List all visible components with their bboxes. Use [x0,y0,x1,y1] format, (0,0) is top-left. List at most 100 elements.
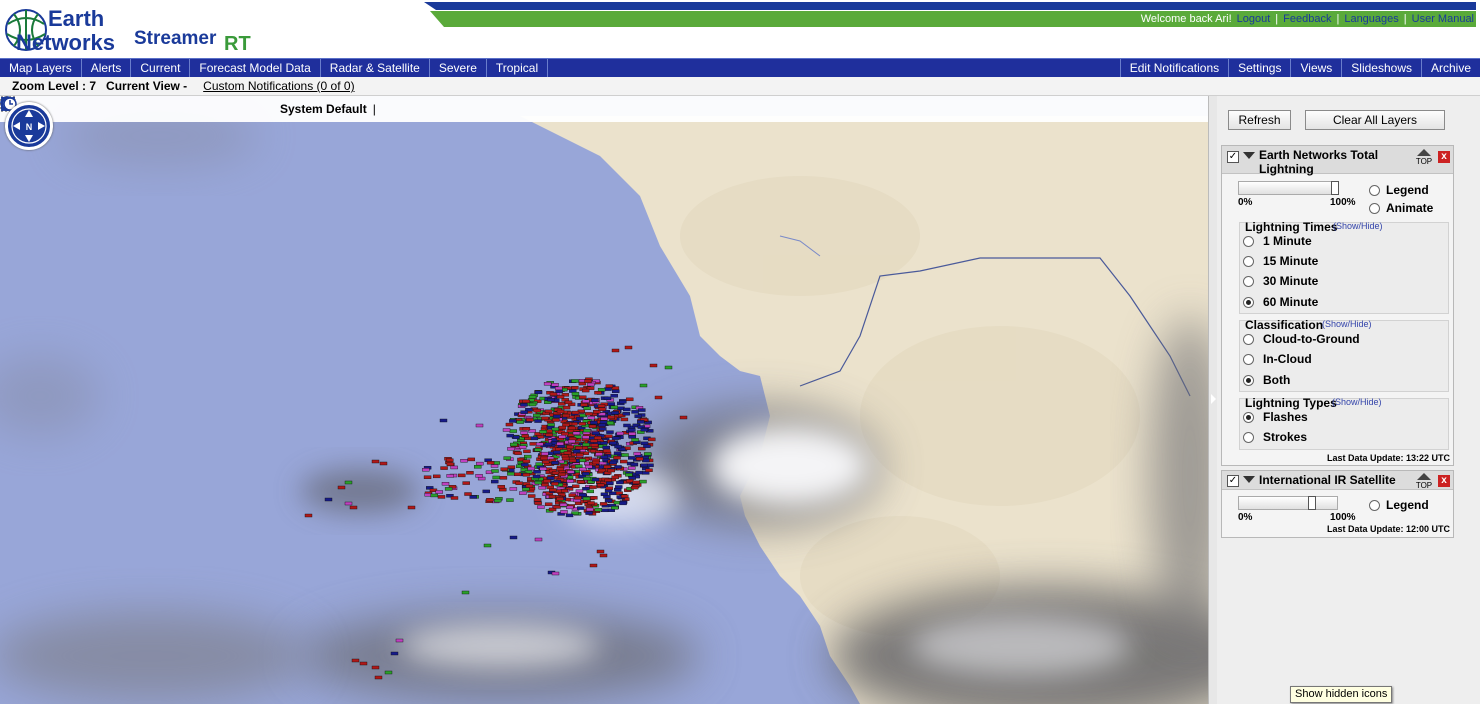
lightning-strike-marker [324,497,333,502]
line-draw-icon[interactable] [1,97,196,118]
lightning-times-group: Lightning Times (Show/Hide) 1 Minute 15 … [1239,220,1449,314]
lightning-strike-marker [507,465,516,469]
classification-showhide[interactable]: (Show/Hide) [1322,319,1372,329]
collapse-triangle-icon[interactable] [1243,152,1255,159]
close-layer-icon[interactable]: x [1438,475,1450,487]
opacity-slider[interactable] [1238,496,1338,510]
flashes-radio[interactable] [1243,412,1254,423]
cloud-to-ground-label: Cloud-to-Ground [1263,332,1360,346]
opacity-thumb[interactable] [1331,181,1339,195]
current-view-label: Current View - [106,79,188,93]
lightning-strike-marker [625,473,633,477]
close-layer-icon[interactable]: x [1438,151,1450,163]
panel-splitter[interactable] [1208,96,1217,704]
languages-link[interactable]: Languages [1344,13,1398,25]
legend-radio[interactable] [1369,185,1380,196]
layer-visible-checkbox[interactable]: ✓ [1227,151,1239,163]
lightning-strike-marker [623,423,631,428]
legend-radio[interactable] [1369,500,1380,511]
lightning-strike-marker [620,417,629,422]
lightning-strike-marker [599,553,608,558]
animate-radio[interactable] [1369,203,1380,214]
custom-notifications-link[interactable]: Custom Notifications (0 of 0) [203,79,354,93]
collapse-triangle-icon[interactable] [1243,476,1255,483]
nav-views[interactable]: Views [1290,59,1341,77]
nav-forecast-model-data[interactable]: Forecast Model Data [190,59,321,77]
lightning-strike-marker [579,395,587,399]
lightning-strike-marker [598,407,606,411]
zoom-level: Zoom Level : 7 [12,79,97,93]
nav-edit-notifications[interactable]: Edit Notifications [1119,59,1228,77]
in-cloud-radio[interactable] [1243,354,1254,365]
collapse-arrow-icon[interactable] [1211,394,1216,404]
lightning-strike-marker [529,442,537,446]
opacity-slider[interactable] [1238,181,1339,195]
globe-icon[interactable] [1,97,148,118]
feedback-link[interactable]: Feedback [1283,13,1331,25]
map-layer [0,96,1208,704]
nav-archive[interactable]: Archive [1420,59,1480,77]
time-1-minute-radio[interactable] [1243,236,1254,247]
move-top-icon[interactable]: TOP [1415,472,1433,490]
ruler-icon[interactable] [2,98,172,118]
zoom-out-icon[interactable] [0,96,100,118]
svg-text:Earth: Earth [48,6,104,31]
square-draw-icon[interactable] [1,97,244,118]
time-15-minute-radio[interactable] [1243,256,1254,267]
map-canvas[interactable]: System Default | N [0,96,1208,704]
strokes-radio[interactable] [1243,432,1254,443]
lightning-strike-marker [649,363,658,368]
time-60-minute-radio[interactable] [1243,297,1254,308]
lightning-strike-marker [423,475,432,479]
nav-settings[interactable]: Settings [1228,59,1290,77]
user-manual-link[interactable]: User Manual [1412,13,1474,25]
move-top-icon[interactable]: TOP [1415,148,1433,166]
layer-visible-checkbox[interactable]: ✓ [1227,475,1239,487]
lightning-strike-marker [515,481,523,485]
lightning-strike-marker [645,468,653,472]
timer-icon[interactable] [1,97,268,118]
nav-alerts[interactable]: Alerts [82,59,132,77]
nav-map-layers[interactable]: Map Layers [0,59,82,77]
lightning-strike-marker [600,417,608,421]
clear-all-layers-button[interactable]: Clear All Layers [1305,110,1445,130]
nav-slideshows[interactable]: Slideshows [1341,59,1421,77]
nav-radar-satellite[interactable]: Radar & Satellite [321,59,430,77]
lightning-strike-marker [539,430,547,434]
logout-link[interactable]: Logout [1237,13,1271,25]
nav-severe[interactable]: Severe [430,59,487,77]
lightning-strike-marker [633,451,642,456]
lightning-strike-marker [518,445,527,449]
lightning-strike-marker [483,543,492,548]
opacity-min-label: 0% [1238,512,1253,523]
lightning-strike-marker [635,457,644,461]
lightning-types-showhide[interactable]: (Show/Hide) [1332,397,1382,407]
cloud-to-ground-radio[interactable] [1243,334,1254,345]
lightning-strike-marker [603,495,611,499]
nav-current[interactable]: Current [131,59,191,77]
lightning-strike-marker [594,508,603,512]
pan-compass[interactable]: N [5,102,53,150]
layer-header: ✓ Earth Networks Total Lightning TOP x [1222,146,1453,176]
circle-draw-icon[interactable] [1,97,220,118]
lightning-strike-marker [505,422,514,427]
lightning-strike-marker [648,437,656,442]
time-30-minute-radio[interactable] [1243,276,1254,287]
lightning-strike-marker [625,397,634,402]
lightning-times-showhide[interactable]: (Show/Hide) [1333,221,1383,231]
lightning-strike-marker [553,414,561,419]
classification-label: Classification [1245,318,1324,332]
lightning-strike-marker [623,407,631,412]
lightning-strike-marker [492,475,500,480]
opacity-thumb[interactable] [1308,496,1316,510]
zoom-in-icon[interactable] [0,96,76,118]
refresh-button[interactable]: Refresh [1228,110,1291,130]
time-30-minute-label: 30 Minute [1263,274,1319,288]
nav-tropical[interactable]: Tropical [487,59,549,77]
both-radio[interactable] [1243,375,1254,386]
lightning-strike-marker [523,449,531,454]
lightning-types-label: Lightning Types [1245,396,1337,410]
zoom-box-icon[interactable] [0,96,124,118]
lightning-strike-marker [344,501,353,506]
lightning-strike-marker [561,456,570,461]
